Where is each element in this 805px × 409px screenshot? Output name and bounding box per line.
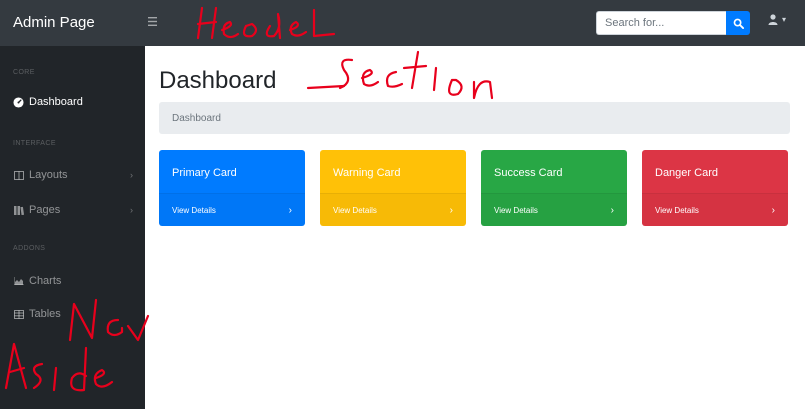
user-dropdown[interactable]: ▾ — [768, 14, 786, 25]
card-primary: Primary Card View Details › — [159, 150, 305, 226]
card-link-label: View Details — [494, 205, 538, 215]
search-button[interactable] — [726, 11, 750, 35]
card-danger: Danger Card View Details › — [642, 150, 788, 226]
area-chart-icon — [13, 276, 24, 287]
sidebar-item-pages[interactable]: Pages › — [13, 201, 138, 219]
brand-title[interactable]: Admin Page — [13, 14, 95, 31]
columns-icon — [13, 170, 24, 181]
card-link-label: View Details — [172, 205, 216, 215]
chevron-right-icon: › — [449, 204, 453, 216]
sidebar-item-label: Layouts — [29, 169, 68, 181]
search-form — [596, 11, 750, 35]
menu-icon[interactable] — [148, 13, 157, 29]
tachometer-icon — [13, 96, 24, 108]
sidebar-item-tables[interactable]: Tables — [13, 305, 138, 323]
sidebar-item-layouts[interactable]: Layouts › — [13, 166, 138, 184]
chevron-right-icon: › — [610, 204, 614, 216]
card-success: Success Card View Details › — [481, 150, 627, 226]
card-title: Danger Card — [655, 167, 718, 179]
view-details-link[interactable]: View Details › — [159, 193, 305, 226]
card-title: Primary Card — [172, 167, 237, 179]
sidebar-item-charts[interactable]: Charts — [13, 272, 138, 290]
sidebar-item-label: Dashboard — [29, 96, 83, 108]
breadcrumb-item[interactable]: Dashboard — [172, 113, 221, 124]
card-warning: Warning Card View Details › — [320, 150, 466, 226]
sidebar: CORE Dashboard INTERFACE Layouts › Pages… — [0, 46, 145, 409]
view-details-link[interactable]: View Details › — [642, 193, 788, 226]
card-link-label: View Details — [655, 205, 699, 215]
search-icon — [733, 18, 744, 29]
card-link-label: View Details — [333, 205, 377, 215]
view-details-link[interactable]: View Details › — [481, 193, 627, 226]
book-icon — [13, 205, 24, 216]
chevron-right-icon: › — [130, 205, 133, 215]
sidebar-heading-interface: INTERFACE — [13, 140, 56, 147]
chevron-right-icon: › — [771, 204, 775, 216]
chevron-right-icon: › — [288, 204, 292, 216]
chevron-right-icon: › — [130, 170, 133, 180]
table-icon — [13, 309, 24, 320]
breadcrumb: Dashboard — [159, 102, 790, 134]
annotation-section — [306, 50, 494, 100]
sidebar-heading-addons: ADDONS — [13, 245, 46, 252]
sidebar-item-label: Pages — [29, 204, 61, 216]
card-title: Warning Card — [333, 167, 401, 179]
sidebar-heading-core: CORE — [13, 69, 35, 76]
sidebar-item-dashboard[interactable]: Dashboard — [13, 93, 138, 111]
chevron-down-icon: ▾ — [782, 15, 787, 24]
user-icon — [768, 14, 778, 25]
view-details-link[interactable]: View Details › — [320, 193, 466, 226]
page-title: Dashboard — [159, 67, 277, 94]
sidebar-item-label: Tables — [29, 308, 61, 320]
top-navbar: Admin Page ▾ — [0, 0, 805, 46]
search-input[interactable] — [596, 11, 726, 35]
card-title: Success Card — [494, 167, 563, 179]
sidebar-item-label: Charts — [29, 275, 62, 287]
